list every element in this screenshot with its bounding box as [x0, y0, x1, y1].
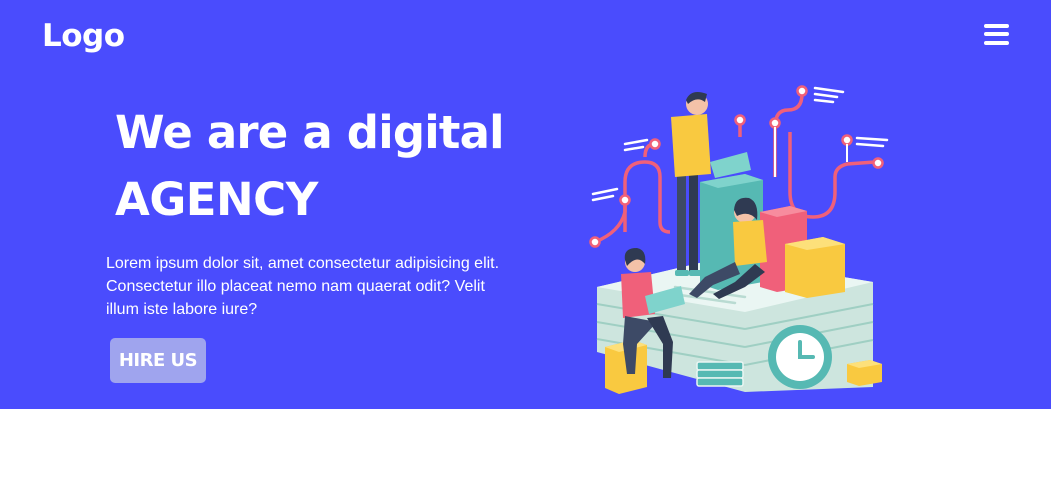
hero-description: Lorem ipsum dolor sit, amet consectetur …: [106, 255, 500, 318]
hero-heading-line1: We are a digital: [115, 106, 505, 159]
logo[interactable]: Logo: [42, 18, 125, 54]
digital-agency-team-illustration: [589, 85, 889, 394]
hamburger-menu-icon[interactable]: [984, 24, 1010, 46]
menu-bar-top: [984, 24, 1009, 28]
menu-bar-bottom: [984, 41, 1009, 45]
hire-us-button[interactable]: HIRE US: [110, 338, 206, 383]
hero-section: Logo We are a digital AGENCY Lorem ipsum…: [0, 0, 1051, 409]
hero-heading-line2: AGENCY: [115, 173, 318, 226]
menu-bar-middle: [984, 32, 1009, 36]
